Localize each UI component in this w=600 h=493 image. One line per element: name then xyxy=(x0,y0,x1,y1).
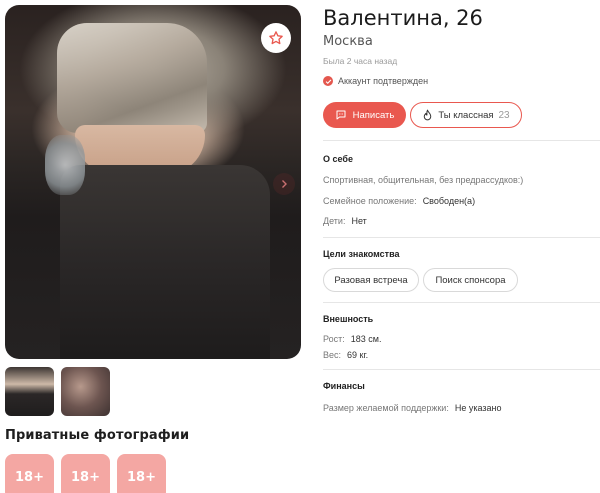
support-value: Не указано xyxy=(454,403,502,413)
divider xyxy=(323,369,600,370)
support-label: Размер желаемой поддержки: xyxy=(323,403,449,413)
profile-name: Валентина, 26 xyxy=(323,6,483,30)
marital-status: Семейное положение: Свободен(а) xyxy=(323,196,475,206)
verified-label: Аккаунт подтвержден xyxy=(338,76,429,86)
appearance-title: Внешность xyxy=(323,314,374,324)
photo-detail xyxy=(45,135,85,195)
photo-thumbnail[interactable] xyxy=(5,367,54,416)
chevron-right-icon xyxy=(282,180,287,188)
private-photo-tile[interactable]: 18+ xyxy=(117,454,166,493)
photo-detail xyxy=(57,23,207,133)
height-label: Рост: xyxy=(323,334,345,344)
main-photo[interactable] xyxy=(5,5,301,359)
divider xyxy=(323,140,600,141)
private-photos-title: Приватные фотографии xyxy=(5,428,190,443)
kids-info: Дети: Нет xyxy=(323,216,367,226)
weight-value: 69 кг. xyxy=(347,350,369,360)
kids-value: Нет xyxy=(351,216,367,226)
weight-label: Вес: xyxy=(323,350,342,360)
private-photo-tile[interactable]: 18+ xyxy=(5,454,54,493)
flame-icon xyxy=(424,109,432,120)
last-seen: Была 2 часа назад xyxy=(323,56,398,66)
compliment-label: Ты классная xyxy=(438,109,494,121)
goal-tag[interactable]: Поиск спонсора xyxy=(423,268,518,292)
divider xyxy=(323,302,600,303)
marital-status-value: Свободен(а) xyxy=(422,196,476,206)
write-message-button[interactable]: Написать xyxy=(323,102,406,128)
about-title: О себе xyxy=(323,154,353,164)
star-icon xyxy=(269,31,283,45)
height-value: 183 см. xyxy=(350,334,382,344)
verified-badge: Аккаунт подтвержден xyxy=(323,76,428,86)
marital-status-label: Семейное положение: xyxy=(323,196,417,206)
write-message-label: Написать xyxy=(352,109,395,121)
check-icon xyxy=(323,76,333,86)
profile-city: Москва xyxy=(323,34,373,49)
height-info: Рост: 183 см. xyxy=(323,334,381,344)
compliment-button[interactable]: Ты классная 23 xyxy=(410,102,522,128)
kids-label: Дети: xyxy=(323,216,346,226)
weight-info: Вес: 69 кг. xyxy=(323,350,368,360)
chat-icon xyxy=(336,110,346,120)
photo-detail xyxy=(60,165,270,359)
photo-thumbnail[interactable] xyxy=(61,367,110,416)
divider xyxy=(323,237,600,238)
support-info: Размер желаемой поддержки: Не указано xyxy=(323,403,501,413)
compliment-count: 23 xyxy=(498,109,510,121)
goals-title: Цели знакомства xyxy=(323,249,400,259)
favorite-button[interactable] xyxy=(261,23,291,53)
finance-title: Финансы xyxy=(323,381,365,391)
about-description: Спортивная, общительная, без предрассудк… xyxy=(323,175,524,185)
goal-tag[interactable]: Разовая встреча xyxy=(323,268,419,292)
private-photo-tile[interactable]: 18+ xyxy=(61,454,110,493)
next-photo-button[interactable] xyxy=(273,173,295,195)
